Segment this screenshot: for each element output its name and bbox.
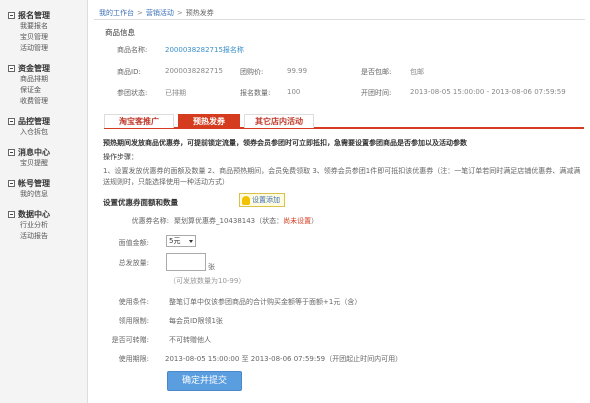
sidebar-item-warehouse[interactable]: 入仓拆包 [8, 127, 87, 138]
coupon-name-text: 聚划算优惠券_10438143（状态： [174, 217, 284, 225]
transfer-value: 不可转赠他人 [169, 336, 211, 344]
open-time-label: 开团时间: [361, 89, 392, 97]
sidebar-group-header[interactable]: 资金管理 [8, 62, 87, 74]
product-info-title: 商品信息 [105, 28, 135, 37]
sidebar-group-header[interactable]: 品控管理 [8, 115, 87, 127]
coupon-name-label: 优惠券名称: [131, 217, 169, 225]
amount-select[interactable]: 5元 [166, 235, 196, 247]
sidebar-item-schedule[interactable]: 商品排期 [8, 74, 87, 85]
chevron-down-icon [189, 240, 193, 243]
quantity-hint: （可发放数量为10-99） [169, 277, 246, 285]
amount-label: 面值金额: [118, 239, 149, 247]
condition-value: 整笔订单中仅该参团商品的合计购买金额等于面额+1元（含） [169, 298, 362, 306]
quantity-unit: 张 [208, 263, 215, 271]
collapse-icon[interactable] [8, 179, 15, 187]
status-label: 参团状态: [117, 89, 148, 97]
tab-preheat-coupon[interactable]: 预热发券 [178, 114, 240, 128]
sidebar-item-deposit[interactable]: 保证金 [8, 85, 87, 96]
signup-count-label: 报名数量: [240, 89, 271, 97]
limit-label: 领用限制: [118, 317, 149, 325]
collapse-icon[interactable] [8, 117, 15, 125]
sidebar-group-account: 帐号管理 我的信息 [0, 177, 87, 200]
tab-other-activities[interactable]: 其它店内活动 [244, 114, 314, 128]
coupon-name-value: 聚划算优惠券_10438143（状态：尚未设置） [174, 216, 318, 226]
product-name-label: 商品名称: [117, 46, 148, 54]
shipping-label: 是否包邮: [361, 68, 392, 76]
sidebar: 报名管理 我要报名 宝贝管理 活动管理 资金管理 商品排期 保证金 收费管理 品… [0, 0, 88, 403]
transfer-label: 是否可转赠: [111, 336, 149, 344]
divider [94, 19, 585, 20]
breadcrumb: 我的工作台 > 营销活动 > 预热发券 [99, 8, 214, 18]
collapse-icon[interactable] [8, 148, 15, 156]
sidebar-group-title: 报名管理 [18, 10, 50, 20]
setup-help-button[interactable]: 设置添加 [239, 193, 285, 207]
breadcrumb-marketing-link[interactable]: 营销活动 [146, 9, 174, 17]
group-price-value: 99.99 [287, 67, 308, 75]
period-value: 2013-08-05 15:00:00 至 2013-08-06 07:59:5… [165, 355, 403, 363]
sidebar-group-header[interactable]: 消息中心 [8, 146, 87, 158]
coupon-section-title: 设置优惠券面额和数量 [103, 198, 178, 207]
sidebar-item-fees[interactable]: 收费管理 [8, 96, 87, 107]
main-content: 我的工作台 > 营销活动 > 预热发券 商品信息 商品名称: 2000038282715… [89, 0, 590, 403]
submit-button[interactable]: 确定并提交 [167, 371, 242, 391]
sidebar-group-header[interactable]: 数据中心 [8, 208, 87, 220]
sidebar-group-funds: 资金管理 商品排期 保证金 收费管理 [0, 62, 87, 107]
sidebar-group-signup: 报名管理 我要报名 宝贝管理 活动管理 [0, 9, 87, 54]
breadcrumb-separator: > [176, 9, 183, 17]
collapse-icon[interactable] [8, 64, 15, 72]
sidebar-group-quality: 品控管理 入仓拆包 [0, 115, 87, 138]
sidebar-group-title: 品控管理 [18, 116, 50, 126]
group-price-label: 团购价: [240, 68, 264, 76]
breadcrumb-current: 预热发券 [185, 9, 214, 17]
steps-text: 1、设置发放优惠券的面额及数量 2、商品预热期间，会员免费领取 3、领券会员参团… [103, 167, 581, 186]
product-name-link[interactable]: 2000038282715报名称 [165, 45, 244, 55]
quantity-label: 总发放量: [118, 259, 149, 267]
sidebar-group-header[interactable]: 帐号管理 [8, 177, 87, 189]
product-id-label: 商品ID: [117, 68, 141, 76]
sidebar-group-title: 消息中心 [18, 147, 50, 157]
quantity-input[interactable] [166, 253, 206, 271]
limit-value: 每会员ID限领1张 [169, 317, 223, 325]
steps-title: 操作步骤： [103, 153, 138, 161]
sidebar-group-title: 帐号管理 [18, 178, 50, 188]
shipping-value: 包邮 [410, 68, 424, 76]
sidebar-item-reports[interactable]: 活动报告 [8, 231, 87, 242]
sidebar-group-header[interactable]: 报名管理 [8, 9, 87, 21]
setup-help-label: 设置添加 [252, 196, 280, 204]
tab-bar: 淘宝客推广 预热发券 其它店内活动 [104, 114, 584, 129]
coupon-status-close: ） [311, 217, 319, 225]
tab-taobaoke[interactable]: 淘宝客推广 [104, 114, 174, 128]
sidebar-item-signup[interactable]: 我要报名 [8, 21, 87, 32]
condition-label: 使用条件: [118, 298, 149, 306]
period-label: 使用期限: [118, 355, 149, 363]
sidebar-group-data: 数据中心 行业分析 活动报告 [0, 208, 87, 242]
status-value: 已排期 [165, 89, 186, 97]
breadcrumb-home-link[interactable]: 我的工作台 [99, 9, 134, 17]
open-time-value: 2013-08-05 15:00:00 - 2013-08-06 07:59:5… [410, 88, 566, 96]
sidebar-group-title: 资金管理 [18, 63, 50, 73]
product-id-value: 2000038282715 [165, 67, 223, 75]
breadcrumb-separator: > [137, 9, 143, 17]
sidebar-item-reminders[interactable]: 宝贝提醒 [8, 158, 87, 169]
lightbulb-icon [242, 195, 250, 205]
signup-count-value: 100 [287, 88, 301, 96]
sidebar-group-title: 数据中心 [18, 209, 50, 219]
collapse-icon[interactable] [8, 11, 15, 19]
sidebar-item-activities[interactable]: 活动管理 [8, 43, 87, 54]
amount-selected-value: 5元 [169, 237, 181, 245]
sidebar-item-industry[interactable]: 行业分析 [8, 220, 87, 231]
sidebar-group-messages: 消息中心 宝贝提醒 [0, 146, 87, 169]
coupon-status: 尚未设置 [283, 217, 312, 225]
sidebar-item-my-info[interactable]: 我的信息 [8, 189, 87, 200]
notice-text: 预热期间发放商品优惠券，可提前锁定流量，领券会员参团时可立即抵扣，急需要设置参团… [103, 139, 467, 147]
sidebar-item-products[interactable]: 宝贝管理 [8, 32, 87, 43]
collapse-icon[interactable] [8, 210, 15, 218]
